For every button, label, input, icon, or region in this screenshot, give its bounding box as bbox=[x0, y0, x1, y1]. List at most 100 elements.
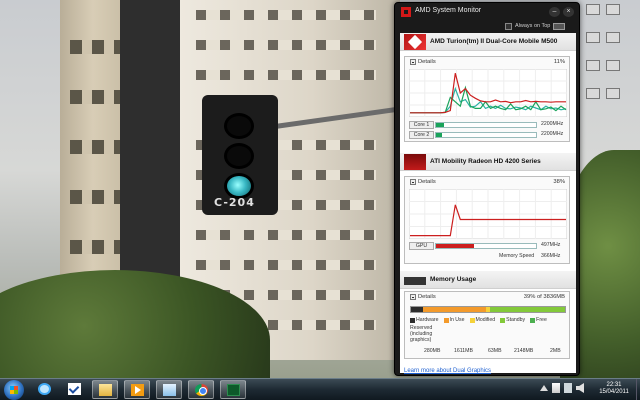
cpu-details-box: Details 11% Core 1 2200MHz Core 2 2200MH… bbox=[404, 56, 570, 142]
folder-icon bbox=[99, 384, 112, 396]
ie-icon bbox=[38, 383, 51, 395]
memory-speed-label: Memory Speed bbox=[499, 253, 535, 259]
collapse-icon[interactable] bbox=[410, 59, 416, 65]
cpu-usage-graph bbox=[409, 69, 567, 117]
cpu-usage-percent: 11% bbox=[553, 59, 565, 65]
collapse-icon[interactable] bbox=[410, 294, 416, 300]
network-icon[interactable] bbox=[564, 383, 572, 393]
legend-swatch bbox=[443, 317, 449, 323]
memory-free-value: 2MB bbox=[550, 348, 561, 354]
amd-monitor-icon bbox=[227, 384, 240, 396]
core-2-bar bbox=[435, 132, 537, 138]
window-titlebar[interactable]: AMD System Monitor – × bbox=[395, 3, 581, 20]
cpu-logo-icon bbox=[404, 34, 426, 50]
core-2-row: Core 2 2200MHz bbox=[409, 131, 567, 139]
pin-button[interactable] bbox=[553, 22, 566, 30]
core-2-bar-fill bbox=[436, 133, 442, 137]
memory-details-toggle[interactable]: Details bbox=[410, 294, 436, 300]
memory-usage-text: 39% of 3836MB bbox=[523, 294, 565, 300]
taskbar: 22:31 15/04/2011 bbox=[0, 378, 640, 400]
memory-reserved-note: Reserved (including graphics) bbox=[410, 325, 433, 343]
legend-free: Free bbox=[530, 316, 547, 324]
core-1-label: Core 1 bbox=[409, 121, 434, 129]
cpu-name: AMD Turion(tm) II Dual-Core Mobile M500 bbox=[430, 38, 558, 45]
ie-taskbar-button[interactable] bbox=[32, 380, 58, 399]
chrome-taskbar-button[interactable] bbox=[188, 380, 214, 399]
memory-usage-bar bbox=[410, 306, 566, 313]
amd-system-monitor-window[interactable]: AMD System Monitor – × Always on Top AMD… bbox=[394, 2, 580, 376]
show-hidden-icons-icon[interactable] bbox=[540, 385, 548, 391]
memory-in-use-value: 1611MB bbox=[454, 348, 473, 354]
core-1-row: Core 1 2200MHz bbox=[409, 121, 567, 129]
media-player-taskbar-button[interactable] bbox=[124, 380, 150, 399]
dual-graphics-link[interactable]: Learn more about Dual Graphics bbox=[404, 368, 491, 374]
monitor-panel: AMD Turion(tm) II Dual-Core Mobile M500 … bbox=[400, 33, 576, 374]
memory-title: Memory Usage bbox=[430, 276, 477, 283]
memory-segment-standby bbox=[489, 307, 565, 312]
amd-logo-icon bbox=[401, 7, 411, 17]
legend-swatch bbox=[530, 317, 536, 323]
legend-modified: Modified bbox=[469, 316, 495, 324]
gpu-section-header: ATI Mobility Radeon HD 4200 Series bbox=[400, 153, 576, 171]
memory-segment-hardware bbox=[411, 307, 424, 312]
collapse-icon[interactable] bbox=[410, 179, 416, 185]
start-button[interactable] bbox=[4, 380, 24, 400]
memory-hardware-value: 280MB bbox=[424, 348, 441, 354]
clock-date: 15/04/2011 bbox=[599, 389, 629, 395]
show-desktop-button[interactable] bbox=[636, 379, 640, 400]
gpu-details-label: Details bbox=[418, 179, 436, 185]
memory-standby-value: 2148MB bbox=[514, 348, 534, 354]
gpu-row: GPU 497MHz bbox=[409, 242, 567, 250]
file-manager-icon bbox=[163, 384, 176, 396]
traffic-light-label: C-204 bbox=[214, 196, 255, 209]
core-1-bar-fill bbox=[436, 123, 444, 127]
wallpaper-traffic-light: C-204 bbox=[202, 95, 278, 215]
legend-swatch bbox=[469, 317, 475, 323]
media-player-icon bbox=[131, 384, 144, 396]
gpu-name: ATI Mobility Radeon HD 4200 Series bbox=[430, 158, 541, 165]
memory-chip-icon bbox=[404, 277, 426, 285]
legend-hardware: Hardware bbox=[410, 316, 439, 324]
gpu-clock: 497MHz bbox=[541, 242, 561, 248]
window-title: AMD System Monitor bbox=[415, 7, 482, 14]
gpu-details-toggle[interactable]: Details bbox=[410, 179, 436, 185]
cpu-section-header: AMD Turion(tm) II Dual-Core Mobile M500 bbox=[400, 33, 576, 51]
always-on-top-toggle[interactable]: Always on Top bbox=[505, 21, 566, 31]
gpu-bar bbox=[435, 243, 537, 249]
clock-time: 22:31 bbox=[606, 382, 622, 388]
gpu-bar-label: GPU bbox=[409, 242, 434, 250]
legend-swatch bbox=[500, 317, 506, 323]
radeon-logo-icon bbox=[404, 154, 426, 170]
memory-speed-value: 366MHz bbox=[541, 253, 561, 259]
explorer-taskbar-button[interactable] bbox=[92, 380, 118, 399]
gpu-details-box: Details 38% GPU 497MHz Memory Speed 366M… bbox=[404, 176, 570, 264]
system-tray bbox=[540, 383, 584, 393]
gpu-usage-graph bbox=[409, 189, 567, 239]
memory-section-header: Memory Usage bbox=[400, 271, 576, 289]
taskbar-clock[interactable]: 22:31 15/04/2011 bbox=[592, 382, 636, 396]
gpu-bar-fill bbox=[436, 244, 474, 248]
memory-segment-in-use bbox=[423, 307, 487, 312]
minimize-button[interactable]: – bbox=[549, 7, 560, 17]
memory-details-box: Details 39% of 3836MB Hardware In Use Mo… bbox=[404, 291, 570, 359]
volume-icon[interactable] bbox=[576, 383, 584, 393]
cpu-details-label: Details bbox=[418, 59, 436, 65]
legend-in-use: In Use bbox=[443, 316, 465, 324]
core-2-label: Core 2 bbox=[409, 131, 434, 139]
legend-standby: Standby bbox=[500, 316, 525, 324]
action-center-flag-icon[interactable] bbox=[552, 383, 560, 393]
legend-swatch bbox=[410, 317, 415, 323]
cpu-details-toggle[interactable]: Details bbox=[410, 59, 436, 65]
core-1-value: 2200MHz bbox=[541, 121, 564, 127]
close-button[interactable]: × bbox=[563, 7, 574, 17]
memory-modified-value: 63MB bbox=[488, 348, 502, 354]
files-taskbar-button[interactable] bbox=[156, 380, 182, 399]
always-on-top-checkbox[interactable] bbox=[505, 22, 512, 30]
memory-details-label: Details bbox=[418, 294, 436, 300]
core-2-value: 2200MHz bbox=[541, 131, 564, 137]
tasks-taskbar-button[interactable] bbox=[62, 380, 88, 399]
amd-monitor-taskbar-button[interactable] bbox=[220, 380, 246, 399]
checkmark-icon bbox=[68, 383, 81, 395]
chrome-icon bbox=[195, 384, 208, 396]
core-1-bar bbox=[435, 122, 537, 128]
